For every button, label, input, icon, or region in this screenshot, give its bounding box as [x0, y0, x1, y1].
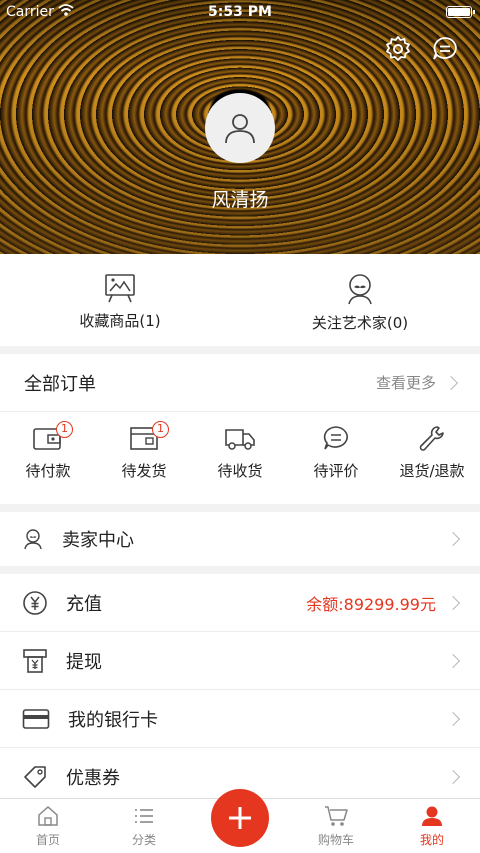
- bank-card-icon: [22, 708, 50, 729]
- chevron-right-icon: [445, 595, 461, 610]
- pending-payment-badge: 1: [56, 421, 73, 438]
- chevron-right-icon: [445, 769, 461, 784]
- truck-icon: [225, 429, 255, 450]
- tab-cart[interactable]: 购物车: [288, 799, 384, 853]
- comment-icon: [323, 426, 348, 450]
- view-more-link[interactable]: 查看更多: [376, 372, 436, 393]
- seller-icon: [24, 529, 42, 550]
- bank-card-row[interactable]: 我的银行卡: [0, 690, 480, 748]
- status-bar: Carrier 5:53 PM: [0, 0, 480, 26]
- account-menu: 充值 余额:89299.99元 提现 我的银行卡 优惠券: [0, 574, 480, 806]
- plus-icon: [229, 807, 251, 829]
- profile-header-background: Carrier 5:53 PM 风清扬: [0, 0, 480, 254]
- returns-refunds-label: 退货/退款: [399, 462, 465, 480]
- tag-icon: [24, 765, 46, 788]
- home-icon: [38, 805, 58, 826]
- user-filled-icon: [422, 806, 442, 826]
- settings-button[interactable]: [383, 34, 413, 64]
- orders-section: 全部订单 查看更多 1 待付款 1 待发货 待收货 待评价 退货/退款: [0, 354, 480, 504]
- chevron-right-icon: [443, 375, 459, 390]
- chevron-right-icon: [445, 531, 461, 547]
- all-orders-title: 全部订单: [24, 373, 96, 395]
- chat-icon: [433, 37, 457, 60]
- pending-review-button[interactable]: 待评价: [288, 412, 384, 504]
- chevron-right-icon: [445, 653, 461, 668]
- favorite-items-label: 收藏商品(1): [79, 312, 161, 330]
- message-button[interactable]: [430, 34, 460, 64]
- tab-cart-label: 购物车: [317, 833, 354, 847]
- balance-value: 余额:89299.99元: [306, 594, 436, 614]
- pending-shipment-label: 待发货: [121, 462, 167, 480]
- coupon-label: 优惠券: [66, 767, 120, 789]
- pending-receipt-label: 待收货: [217, 462, 263, 480]
- withdraw-label: 提现: [66, 651, 102, 673]
- tab-category[interactable]: 分类: [96, 799, 192, 853]
- tab-mine-label: 我的: [419, 833, 444, 847]
- bank-card-label: 我的银行卡: [68, 709, 158, 731]
- tab-home[interactable]: 首页: [0, 799, 96, 853]
- wrench-icon: [419, 426, 444, 451]
- pending-receipt-button[interactable]: 待收货: [192, 412, 288, 504]
- favorite-items-button[interactable]: 收藏商品(1): [0, 254, 240, 346]
- easel-icon: [105, 274, 135, 303]
- pending-shipment-button[interactable]: 1 待发货: [96, 412, 192, 504]
- gear-icon: [386, 36, 410, 61]
- recharge-row[interactable]: 充值 余额:89299.99元: [0, 574, 480, 632]
- cart-icon: [325, 806, 348, 826]
- add-button[interactable]: [211, 789, 269, 847]
- all-orders-row[interactable]: 全部订单 查看更多: [0, 354, 480, 412]
- battery-icon: [446, 6, 475, 18]
- followed-artists-button[interactable]: 关注艺术家(0): [240, 254, 480, 346]
- list-icon: [135, 809, 153, 823]
- returns-refunds-button[interactable]: 退货/退款: [384, 412, 480, 504]
- avatar[interactable]: [205, 93, 275, 163]
- pending-shipment-badge: 1: [152, 421, 169, 438]
- user-icon: [225, 114, 255, 144]
- seller-center-label: 卖家中心: [62, 530, 134, 551]
- tab-home-label: 首页: [35, 833, 60, 847]
- yuan-coin-icon: [23, 590, 47, 615]
- withdraw-icon: [23, 648, 47, 673]
- order-status-row: 1 待付款 1 待发货 待收货 待评价 退货/退款: [0, 412, 480, 504]
- profile-page: Carrier 5:53 PM 风清扬 收藏商品(1) 关注艺术家(0) 全部订…: [0, 0, 480, 853]
- pending-review-label: 待评价: [313, 462, 359, 480]
- withdraw-row[interactable]: 提现: [0, 632, 480, 690]
- seller-center-row[interactable]: 卖家中心: [0, 512, 480, 566]
- tab-mine[interactable]: 我的: [384, 799, 480, 853]
- username: 风清扬: [211, 189, 269, 211]
- tab-category-label: 分类: [131, 833, 156, 847]
- pending-payment-label: 待付款: [25, 462, 71, 480]
- chevron-right-icon: [445, 711, 461, 726]
- followed-artists-label: 关注艺术家(0): [311, 314, 409, 332]
- clock: 5:53 PM: [208, 4, 272, 20]
- artist-icon: [348, 274, 372, 305]
- pending-payment-button[interactable]: 1 待付款: [0, 412, 96, 504]
- recharge-label: 充值: [66, 593, 102, 615]
- favorites-row: 收藏商品(1) 关注艺术家(0): [0, 254, 480, 346]
